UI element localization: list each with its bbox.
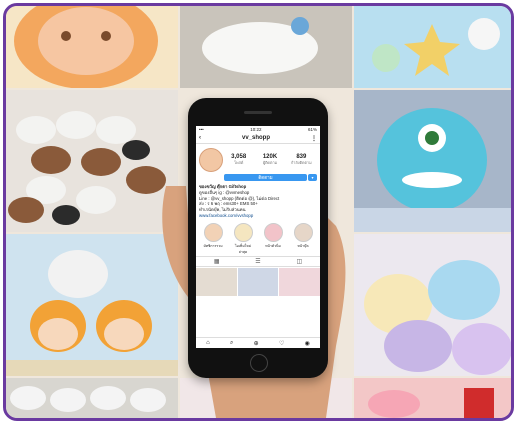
search-icon[interactable]: ⌕ [230, 340, 233, 347]
more-icon[interactable]: ⋮ [311, 135, 317, 142]
status-time: 10:22 [250, 127, 262, 132]
photo-collage: ••• 10:22 61% ‹ vv_shopp ⋮ 3,058 โพสต์ 12… [3, 3, 514, 421]
photo-tile-top-left [6, 6, 178, 88]
profile-stats: 3,058 โพสต์ 120K ผู้ติดตาม 839 กำลังติดตาม [196, 144, 320, 174]
highlight-item[interactable]: หน้าตัวนิ่ม [261, 222, 285, 255]
post-thumbnail[interactable] [196, 267, 237, 296]
photo-tile-top-middle [180, 6, 352, 88]
following-count[interactable]: 839 กำลังติดตาม [286, 154, 317, 166]
post-thumbnail[interactable] [237, 267, 279, 296]
profile-icon[interactable]: ◉ [305, 340, 310, 347]
highlight-item[interactable]: ไอเท็มใหม่ล่าสุด [231, 222, 255, 255]
bottom-nav: ⌂ ⌕ ⊕ ♡ ◉ [196, 337, 320, 348]
photo-tile-lower-right [354, 234, 511, 376]
grid-icon[interactable]: ▦ [214, 258, 220, 265]
add-icon[interactable]: ⊕ [254, 340, 259, 347]
highlight-item[interactable]: มัทชิการรวม [201, 222, 225, 255]
smartphone: ••• 10:22 61% ‹ vv_shopp ⋮ 3,058 โพสต์ 12… [188, 98, 328, 378]
photo-tile-mid-right [354, 90, 511, 232]
story-highlights: มัทชิการรวม ไอเท็มใหม่ล่าสุด หน้าตัวนิ่ม… [196, 219, 320, 256]
photo-tile-lower-left [6, 234, 178, 376]
status-bar: ••• 10:22 61% [196, 126, 320, 133]
posts-count[interactable]: 3,058 โพสต์ [223, 154, 254, 166]
list-icon[interactable]: ☰ [255, 258, 260, 265]
profile-bio: ของขวัญ ตุ๊กตา Giftshop ดูของอื่นๆ ig : … [196, 181, 320, 219]
photo-tile-mid-left [6, 90, 178, 232]
followers-count[interactable]: 120K ผู้ติดตาม [254, 154, 285, 166]
follow-button[interactable]: ติดตาม [224, 174, 307, 181]
photo-tile-bottom-right [354, 378, 511, 418]
instagram-profile-screen: ••• 10:22 61% ‹ vv_shopp ⋮ 3,058 โพสต์ 12… [196, 126, 320, 348]
highlight-item[interactable]: หน้าบุ๊ค [291, 222, 315, 255]
tagged-icon[interactable]: ◫ [296, 258, 302, 265]
profile-username: vv_shopp [241, 135, 270, 141]
follow-actions: ติดตาม ▾ [196, 174, 320, 181]
phone-home-button [250, 354, 268, 372]
suggestions-dropdown[interactable]: ▾ [308, 174, 317, 181]
signal-icon: ••• [199, 127, 204, 132]
post-thumbnail[interactable] [279, 267, 320, 296]
photo-tile-top-right [354, 6, 511, 88]
chevron-down-icon: ▾ [311, 175, 314, 180]
profile-tabs: ▦ ☰ ◫ [196, 255, 320, 267]
home-icon[interactable]: ⌂ [206, 340, 210, 346]
profile-avatar[interactable] [199, 148, 223, 172]
profile-header: ‹ vv_shopp ⋮ [196, 133, 320, 144]
post-grid [196, 267, 320, 296]
heart-icon[interactable]: ♡ [279, 340, 284, 347]
photo-tile-bottom-left [6, 378, 178, 418]
phone-speaker [244, 111, 272, 114]
battery-level: 61% [307, 127, 317, 132]
